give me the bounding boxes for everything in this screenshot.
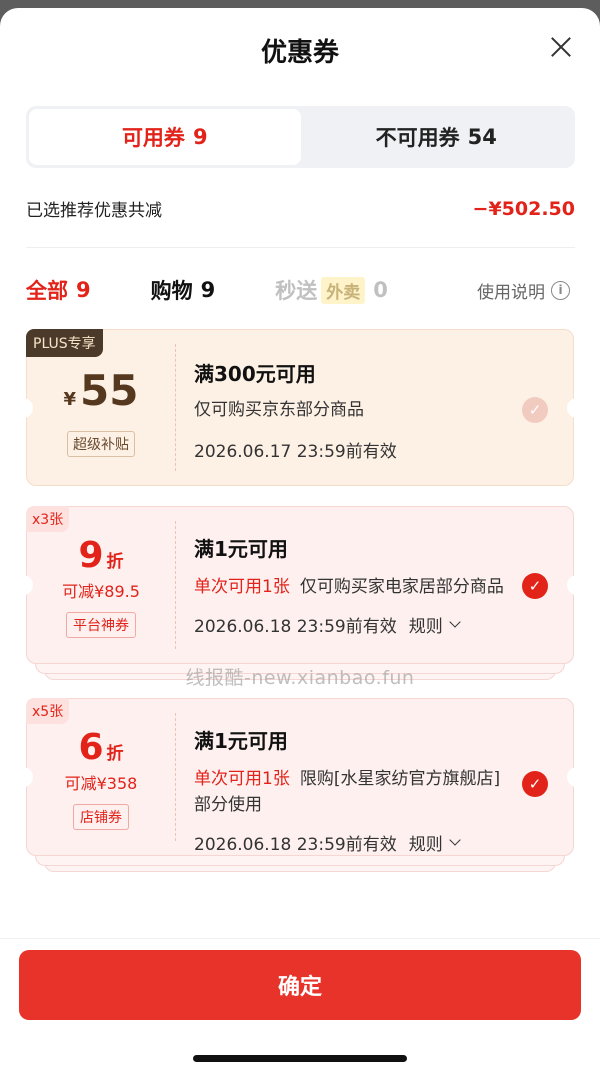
currency-symbol: ¥ bbox=[63, 389, 77, 410]
usage-help-link[interactable]: 使用说明 i bbox=[477, 278, 570, 303]
coupon-details: 满1元可用 单次可用1张 限购[水星家纺官方旗舰店]部分使用 2026.06.18… bbox=[194, 699, 513, 855]
filter-instant-tag: 外卖 bbox=[321, 276, 366, 304]
discount-summary: 已选推荐优惠共减 −¥502.50 bbox=[26, 196, 575, 222]
card-notch bbox=[567, 767, 579, 787]
coupon-discount: 9 折 bbox=[78, 535, 123, 576]
dashed-separator bbox=[175, 713, 176, 841]
card-notch bbox=[567, 575, 579, 595]
discount-unit: 折 bbox=[106, 552, 124, 572]
coupon-type-tag: 店铺券 bbox=[73, 804, 129, 830]
coupon-sheet: 优惠券 可用券 9 不可用券 54 已选推荐优惠共减 −¥502.50 全部 9… bbox=[0, 8, 600, 1075]
filter-shopping-label: 购物 bbox=[150, 279, 193, 303]
amount-value: 55 bbox=[80, 366, 139, 415]
coupon-details: 满300元可用 仅可购买京东部分商品 2026.06.17 23:59前有效 bbox=[194, 330, 513, 462]
coupon-expiry: 2026.06.18 23:59前有效 规则 bbox=[194, 612, 513, 637]
check-icon[interactable]: ✓ bbox=[522, 397, 548, 423]
coupon-save-amount: 可减¥358 bbox=[64, 774, 138, 793]
tab-available[interactable]: 可用券 9 bbox=[29, 109, 301, 165]
coupon-scope-text: 仅可购买家电家居部分商品 bbox=[299, 577, 504, 597]
summary-label: 已选推荐优惠共减 bbox=[26, 201, 162, 221]
coupon-expiry-text: 2026.06.18 23:59前有效 bbox=[194, 617, 397, 637]
filter-instant-label: 秒送 bbox=[275, 279, 318, 303]
coupon-card-plus[interactable]: PLUS专享 ¥ 55 超级补贴 满300元可用 仅可购买京东部分商品 2026… bbox=[21, 329, 579, 486]
rules-link[interactable]: 规则 bbox=[408, 830, 461, 855]
tab-unavailable[interactable]: 不可用券 54 bbox=[301, 109, 573, 165]
coupon-expiry: 2026.06.18 23:59前有效 规则 bbox=[194, 830, 513, 855]
filter-all[interactable]: 全部 9 bbox=[26, 275, 91, 305]
page-title: 优惠券 bbox=[260, 38, 339, 68]
filter-bar: 全部 9 购物 9 秒送 外卖 0 使用说明 i bbox=[26, 270, 570, 310]
confirm-button[interactable]: 确定 bbox=[19, 950, 581, 1020]
coupon-scope: 单次可用1张 限购[水星家纺官方旗舰店]部分使用 bbox=[194, 766, 513, 818]
usage-help-label: 使用说明 bbox=[477, 282, 545, 303]
chevron-down-icon bbox=[449, 616, 461, 628]
coupon-save-amount: 可减¥89.5 bbox=[62, 582, 140, 601]
discount-value: 9 bbox=[78, 535, 104, 576]
tab-unavailable-label: 不可用券 bbox=[375, 126, 460, 150]
discount-value: 6 bbox=[78, 727, 104, 768]
check-icon[interactable]: ✓ bbox=[522, 573, 548, 599]
chevron-down-icon bbox=[449, 834, 461, 846]
coupon-expiry-text: 2026.06.18 23:59前有效 bbox=[194, 835, 397, 855]
dashed-separator bbox=[175, 344, 176, 471]
tab-available-label: 可用券 bbox=[121, 126, 185, 150]
discount-unit: 折 bbox=[106, 744, 124, 764]
watermark: 线报酷-new.xianbao.fun bbox=[185, 667, 415, 689]
summary-amount: −¥502.50 bbox=[472, 197, 575, 220]
coupon-type-tag: 平台神券 bbox=[66, 612, 136, 638]
coupon-threshold: 满1元可用 bbox=[194, 729, 288, 753]
coupon-threshold: 满1元可用 bbox=[194, 537, 288, 561]
check-icon[interactable]: ✓ bbox=[522, 771, 548, 797]
rules-label: 规则 bbox=[408, 835, 443, 855]
filter-instant[interactable]: 秒送 外卖 0 bbox=[275, 275, 388, 305]
coupon-limit: 单次可用1张 bbox=[194, 769, 290, 789]
filter-all-label: 全部 bbox=[26, 279, 68, 303]
coupon-details: 满1元可用 单次可用1张 仅可购买家电家居部分商品 2026.06.18 23:5… bbox=[194, 507, 513, 637]
tab-unavailable-count: 54 bbox=[467, 125, 497, 149]
coupon-expiry: 2026.06.17 23:59前有效 bbox=[194, 437, 513, 462]
tab-available-count: 9 bbox=[192, 125, 208, 149]
filter-instant-count: 0 bbox=[373, 278, 388, 302]
coupon-amount: ¥ 55 bbox=[64, 366, 139, 415]
close-icon[interactable] bbox=[550, 36, 572, 58]
rules-label: 规则 bbox=[408, 617, 443, 637]
coupon-limit: 单次可用1张 bbox=[194, 577, 290, 597]
coupon-stack-shadow bbox=[35, 856, 565, 866]
coupon-card-platform[interactable]: x3张 9 折 可减¥89.5 平台神券 满1元可用 单次可用1张 仅可购买家电家… bbox=[21, 506, 579, 664]
coupon-type-tag: 超级补贴 bbox=[67, 431, 135, 457]
coupon-value-panel: 9 折 可减¥89.5 平台神券 bbox=[27, 507, 175, 663]
footer-divider bbox=[0, 938, 600, 939]
coupon-threshold: 满300元可用 bbox=[194, 362, 316, 386]
coupon-expiry-text: 2026.06.17 23:59前有效 bbox=[194, 442, 397, 462]
coupon-discount: 6 折 bbox=[78, 727, 123, 768]
dashed-separator bbox=[175, 521, 176, 649]
coupon-tabs: 可用券 9 不可用券 54 bbox=[26, 106, 575, 168]
coupon-scope: 单次可用1张 仅可购买家电家居部分商品 bbox=[194, 574, 513, 600]
filter-shopping-count: 9 bbox=[200, 278, 216, 302]
info-icon: i bbox=[551, 280, 570, 300]
rules-link[interactable]: 规则 bbox=[408, 612, 461, 637]
coupon-card-store[interactable]: x5张 6 折 可减¥358 店铺券 满1元可用 单次可用1张 限购[水星家纺官方… bbox=[21, 698, 579, 856]
coupon-value-panel: ¥ 55 超级补贴 bbox=[27, 330, 175, 485]
card-notch bbox=[567, 397, 579, 418]
filter-shopping[interactable]: 购物 9 bbox=[151, 275, 216, 305]
filter-all-count: 9 bbox=[76, 278, 91, 302]
sheet-header: 优惠券 bbox=[0, 8, 600, 90]
coupon-scope: 仅可购买京东部分商品 bbox=[194, 400, 364, 420]
coupon-value-panel: 6 折 可减¥358 店铺券 bbox=[27, 699, 175, 855]
home-indicator bbox=[193, 1055, 407, 1062]
divider bbox=[26, 247, 575, 248]
